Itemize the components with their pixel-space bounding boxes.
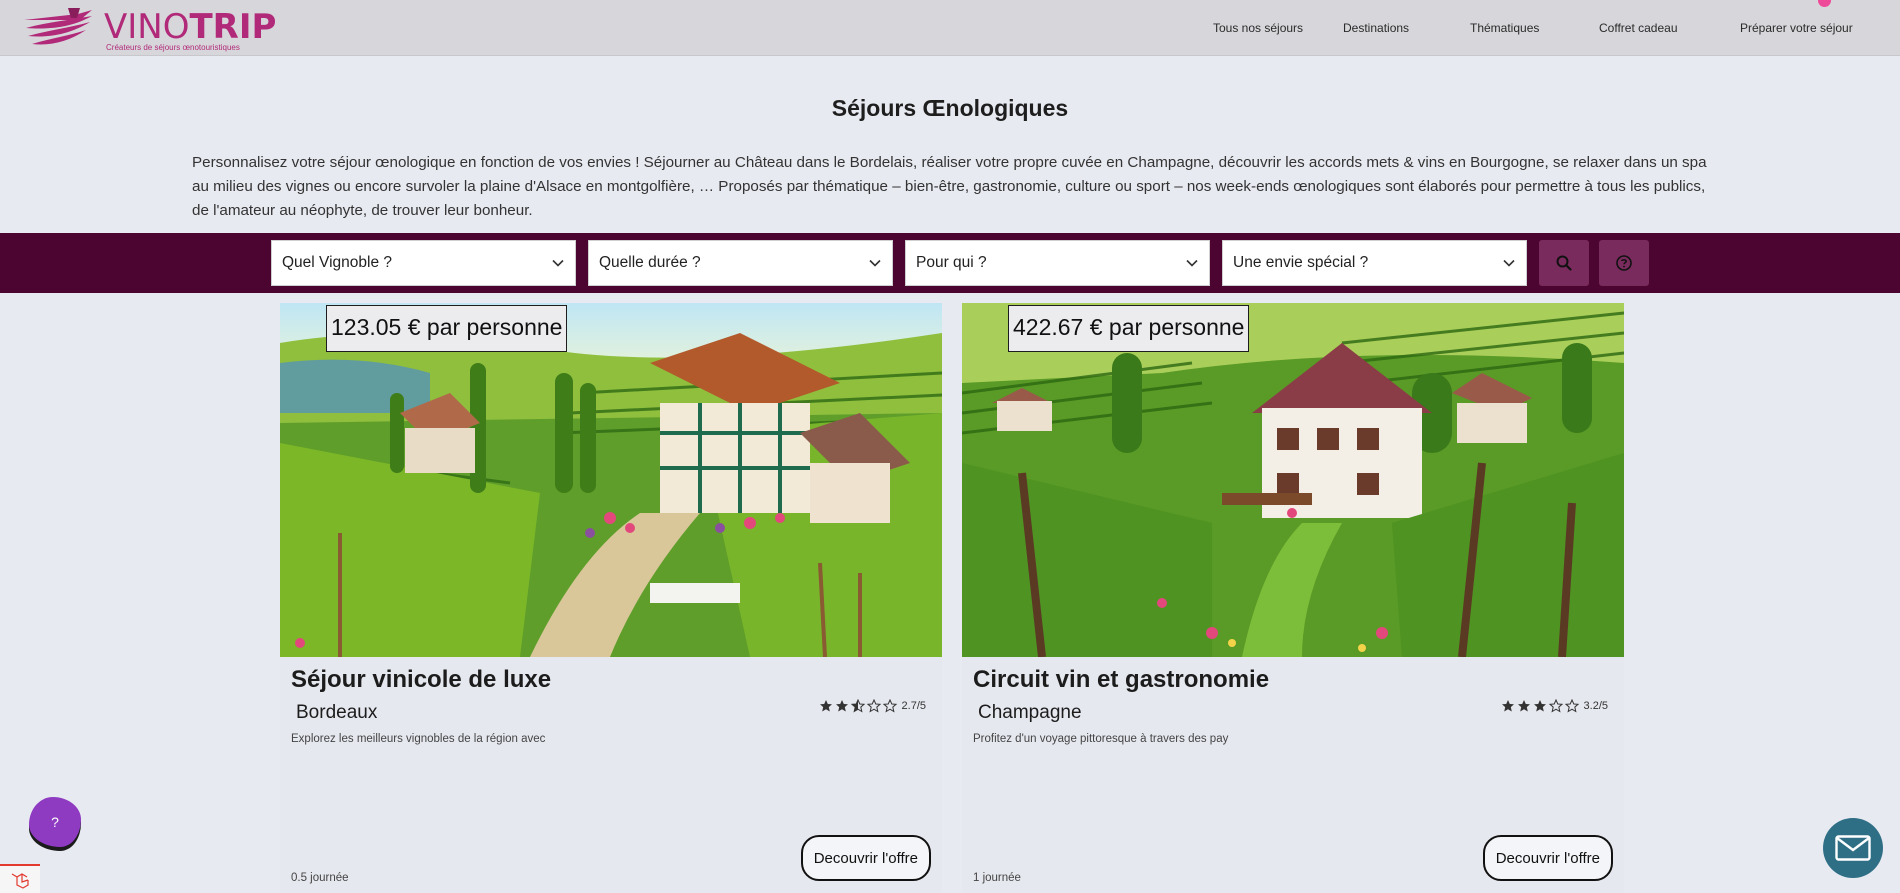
star-empty-icon (1564, 699, 1579, 713)
star-empty-icon (882, 699, 897, 713)
star-rating: 3.2/5 (1501, 699, 1608, 713)
rating-score: 2.7/5 (901, 700, 926, 712)
search-filter-bar: Quel Vignoble ? Quelle durée ? Pour qui … (0, 233, 1900, 293)
top-navbar: VINOTRIP Créateurs de séjours œnotourist… (0, 0, 1900, 56)
brand-tagline: Créateurs de séjours œnotouristiques (106, 43, 240, 52)
star-empty-icon (866, 699, 881, 713)
offer-duration: 1 journée (973, 872, 1021, 884)
search-button[interactable] (1539, 240, 1589, 286)
help-filter-button[interactable] (1599, 240, 1649, 286)
chevron-down-icon (869, 259, 881, 267)
star-full-icon (1501, 700, 1514, 712)
nav-coffret-cadeau[interactable]: Coffret cadeau (1599, 21, 1678, 35)
offer-duration: 0.5 journée (291, 872, 349, 884)
star-full-icon (1533, 700, 1546, 712)
help-chat-button[interactable]: ? (29, 797, 81, 847)
wine-glass-logo-icon (24, 8, 92, 45)
chevron-down-icon (1503, 259, 1515, 267)
rating-score: 3.2/5 (1583, 700, 1608, 712)
laravel-logo-icon (11, 872, 29, 889)
intro-text: Personnalisez votre séjour œnologique en… (192, 154, 1707, 219)
duree-select[interactable]: Quelle durée ? (588, 240, 893, 286)
star-full-icon (1517, 700, 1530, 712)
offer-region: Champagne (978, 702, 1082, 723)
page-title: Séjours Œnologiques (831, 95, 1069, 121)
star-empty-icon (1548, 699, 1563, 713)
offer-title: Circuit vin et gastronomie (973, 666, 1270, 693)
star-half-icon (850, 699, 865, 713)
chevron-down-icon (552, 259, 564, 267)
contact-mail-button[interactable] (1823, 818, 1883, 878)
price-tag: 422.67 € par personne (1008, 305, 1250, 352)
envie-select-value: Une envie spécial ? (1233, 254, 1369, 271)
duree-select-value: Quelle durée ? (599, 254, 701, 271)
vinotrip-logo[interactable]: VINOTRIP Créateurs de séjours œnotourist… (20, 6, 276, 54)
vineyard-house-image (280, 303, 942, 657)
price-tag: 123.05 € par personne (326, 305, 568, 352)
pour-qui-select[interactable]: Pour qui ? (905, 240, 1210, 286)
vignoble-select-value: Quel Vignoble ? (282, 254, 393, 271)
nav-preparer-sejour[interactable]: Préparer votre séjour (1740, 21, 1853, 35)
offer-title: Séjour vinicole de luxe (291, 666, 552, 693)
offer-card[interactable]: 422.67 € par personne Circuit vin et gas… (962, 303, 1624, 893)
debug-toolbar-tab[interactable] (0, 864, 40, 893)
star-full-icon (819, 700, 832, 712)
offer-region: Bordeaux (296, 702, 378, 723)
nav-destinations[interactable]: Destinations (1343, 21, 1409, 35)
nav-thematiques[interactable]: Thématiques (1470, 21, 1539, 35)
offer-description: Profitez d'un voyage pittoresque à trave… (973, 733, 1229, 745)
chevron-down-icon (1186, 259, 1198, 267)
help-fab-label: ? (51, 814, 59, 830)
offer-card[interactable]: 123.05 € par personne Séjour vinicole de… (280, 303, 942, 893)
offer-description: Explorez les meilleurs vignobles de la r… (291, 733, 546, 745)
brand-name: VINOTRIP (104, 7, 277, 47)
search-icon (1556, 255, 1572, 271)
vignoble-select[interactable]: Quel Vignoble ? (271, 240, 576, 286)
discover-offer-button[interactable]: Decouvrir l'offre (1482, 835, 1613, 881)
star-full-icon (835, 700, 848, 712)
mail-icon (1835, 835, 1871, 861)
pour-qui-select-value: Pour qui ? (916, 254, 987, 271)
star-rating: 2.7/5 (819, 699, 926, 713)
nav-tous-nos-sejours[interactable]: Tous nos séjours (1213, 21, 1303, 35)
envie-select[interactable]: Une envie spécial ? (1222, 240, 1527, 286)
vineyard-chalet-image (962, 303, 1624, 657)
question-circle-icon (1616, 255, 1632, 271)
discover-offer-button[interactable]: Decouvrir l'offre (800, 835, 931, 881)
